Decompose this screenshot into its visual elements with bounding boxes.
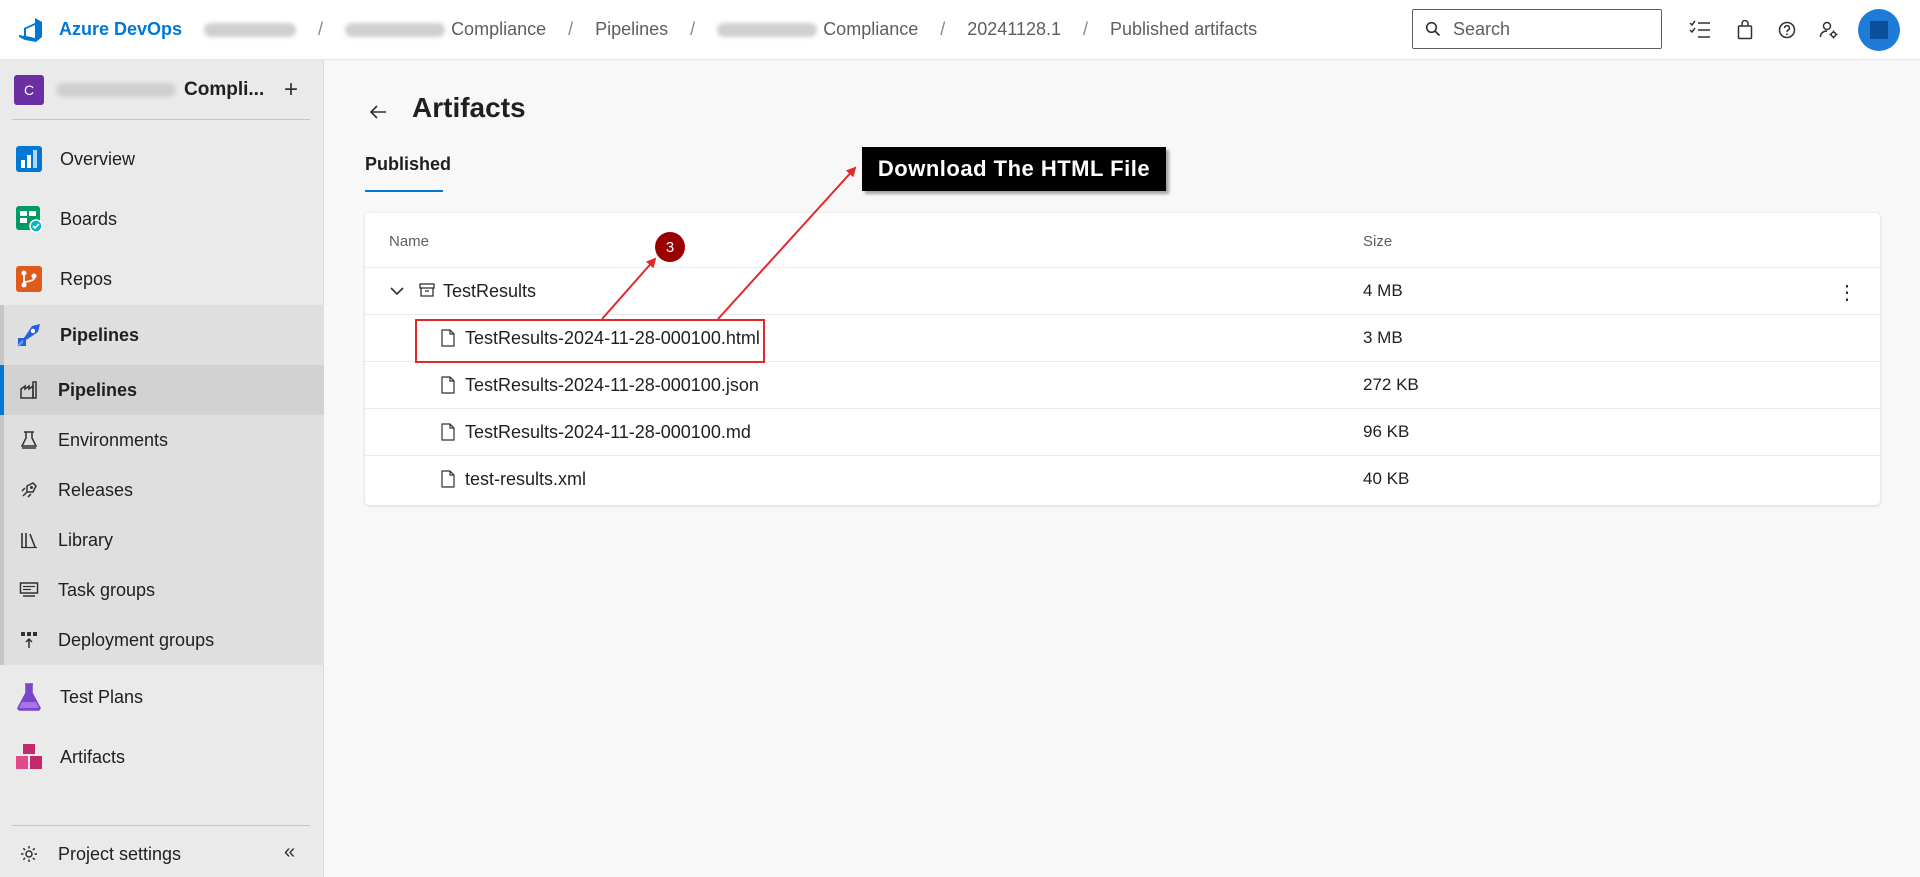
highlight-box [415,319,765,363]
sidebar-item-project-settings[interactable]: Project settings « [0,831,324,877]
brand-name[interactable]: Azure DevOps [59,19,182,40]
marketplace-icon[interactable] [1733,18,1757,42]
sidebar-item-label: Task groups [58,579,156,600]
user-settings-icon[interactable] [1817,18,1841,42]
artifacts-icon [14,742,44,772]
breadcrumb-project[interactable]: Compliance [345,19,546,40]
breadcrumb-pipelines[interactable]: Pipelines [595,19,668,40]
search-icon [1425,21,1441,37]
file-size: 40 KB [1363,469,1410,488]
breadcrumb-separator: / [940,19,946,39]
breadcrumb-run[interactable]: 20241128.1 [967,19,1061,40]
sidebar-subitem-environments[interactable]: Environments [0,415,324,465]
file-name[interactable]: TestResults-2024-11-28-000100.md [465,422,751,443]
file-icon [441,376,455,394]
add-icon[interactable]: + [284,76,298,104]
folder-size: 4 MB [1363,281,1403,300]
sidebar-item-label: Environments [58,429,169,450]
project-avatar: C [14,75,44,105]
sidebar-item-label: Deployment groups [58,629,215,650]
collapse-sidebar-icon[interactable]: « [284,841,295,864]
pipelines-sub-icon [18,379,40,401]
azure-devops-logo-icon[interactable] [16,16,44,44]
avatar[interactable] [1858,9,1900,51]
sidebar-item-label: Overview [60,148,136,169]
sidebar-item-label: Boards [60,208,118,229]
column-header-size[interactable]: Size [1363,233,1392,250]
column-header-name[interactable]: Name [389,233,429,250]
sidebar-item-label: Repos [60,268,113,289]
table-row[interactable]: TestResults-2024-11-28-000100.json 272 K… [365,361,1880,408]
breadcrumb-separator: / [568,19,574,39]
file-icon [441,423,455,441]
work-items-icon[interactable] [1688,18,1712,42]
file-icon [441,470,455,488]
tab-published[interactable]: Published [365,154,451,175]
sidebar-item-label: Artifacts [60,746,126,767]
sidebar-subitem-deployment-groups[interactable]: Deployment groups [0,615,324,665]
back-arrow-icon[interactable] [369,100,387,126]
releases-icon [18,479,40,501]
project-name: Compli... [56,79,264,101]
table-row-folder[interactable]: TestResults 4 MB ⋮ [365,267,1880,314]
deployment-groups-icon [18,629,40,651]
sidebar-item-boards[interactable]: Boards [0,196,324,242]
sidebar-item-label: Library [58,529,114,550]
search-box[interactable] [1412,9,1662,49]
sidebar-item-overview[interactable]: Overview [0,136,324,182]
page-title: Artifacts [412,92,526,123]
boards-icon [14,204,44,234]
sidebar-item-test-plans[interactable]: Test Plans [0,672,324,722]
file-size: 3 MB [1363,328,1403,347]
pipelines-icon [14,320,44,350]
breadcrumb-separator: / [1083,19,1089,39]
sidebar-item-pipelines[interactable]: Pipelines [0,305,324,365]
table-row[interactable]: TestResults-2024-11-28-000100.md 96 KB [365,408,1880,455]
artifact-folder-icon [419,283,435,297]
top-bar: Azure DevOps / Compliance / Pipelines / … [0,0,1920,60]
file-size: 272 KB [1363,375,1419,394]
chevron-down-icon[interactable] [389,283,405,299]
breadcrumb-org[interactable] [204,19,297,40]
breadcrumb-separator: / [318,19,324,39]
file-size: 96 KB [1363,422,1410,441]
sidebar-subitem-pipelines[interactable]: Pipelines [0,365,324,415]
breadcrumb-pipeline[interactable]: Compliance [717,19,918,40]
sidebar-subitem-task-groups[interactable]: Task groups [0,565,324,615]
gear-icon [18,839,40,869]
step-badge: 3 [655,232,685,262]
breadcrumb-current: Published artifacts [1110,19,1258,39]
sidebar-subitem-library[interactable]: Library [0,515,324,565]
more-options-icon[interactable]: ⋮ [1837,280,1857,305]
sidebar-item-label: Pipelines [60,324,140,345]
sidebar-item-artifacts[interactable]: Artifacts [0,732,324,782]
breadcrumb-separator: / [690,19,696,39]
sidebar-item-label: Project settings [58,843,182,864]
sidebar-item-label: Pipelines [58,379,138,400]
library-icon [18,529,40,551]
folder-name[interactable]: TestResults [443,281,536,302]
selection-indicator [0,365,4,415]
sidebar-item-repos[interactable]: Repos [0,256,324,302]
sidebar: C Compli... + Overview Boards Repos Pipe… [0,60,324,877]
overview-icon [14,144,44,174]
file-name[interactable]: test-results.xml [465,469,586,490]
search-input[interactable] [1453,18,1633,40]
environments-icon [18,429,40,451]
task-groups-icon [18,579,40,601]
sidebar-item-label: Test Plans [60,686,144,707]
test-plans-icon [14,682,44,712]
sidebar-subitem-releases[interactable]: Releases [0,465,324,515]
file-name[interactable]: TestResults-2024-11-28-000100.json [465,375,759,396]
help-icon[interactable] [1775,18,1799,42]
repos-icon [14,264,44,294]
sidebar-divider [12,825,310,826]
tab-underline [365,190,443,192]
sidebar-divider [12,119,310,120]
annotation-label: Download The HTML File [862,147,1166,191]
sidebar-item-label: Releases [58,479,134,500]
project-selector[interactable]: C Compli... [0,60,324,120]
table-row[interactable]: test-results.xml 40 KB [365,455,1880,502]
